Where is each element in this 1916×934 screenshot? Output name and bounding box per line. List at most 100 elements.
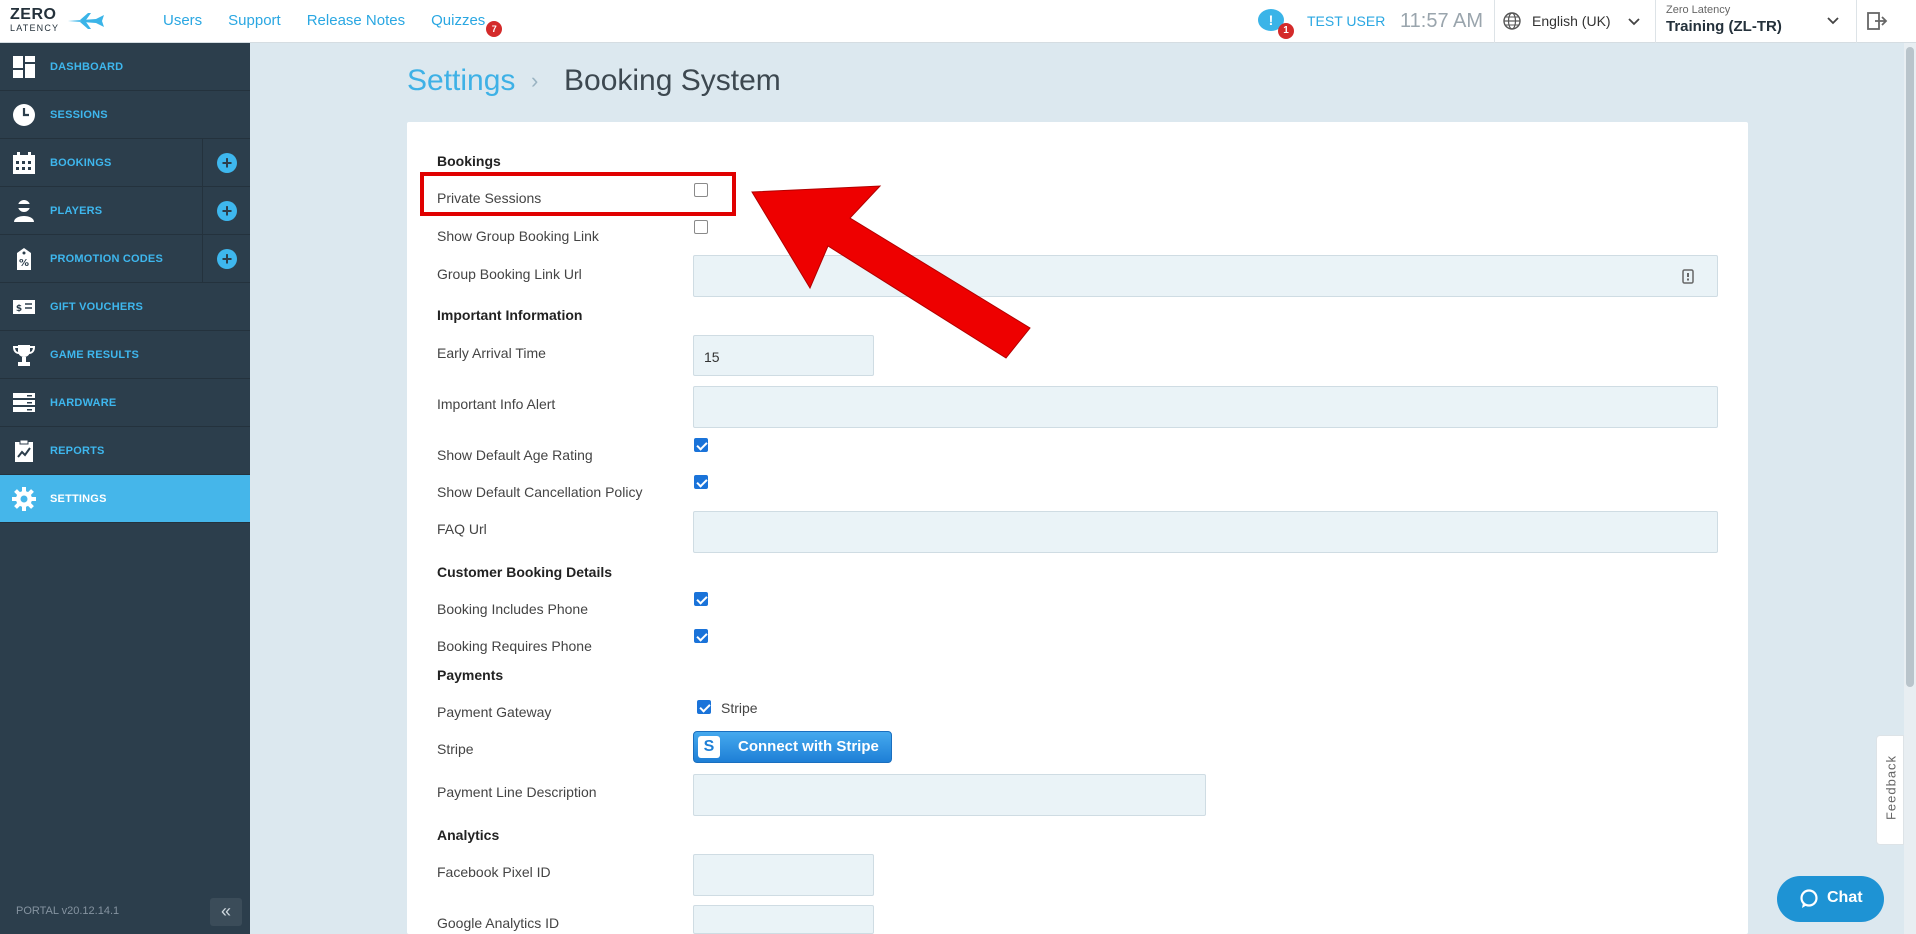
sidebar-item-players[interactable]: PLAYERS + (0, 187, 250, 235)
sidebar-item-game-results[interactable]: GAME RESULTS (0, 331, 250, 379)
show-group-link-label: Show Group Booking Link (437, 228, 599, 244)
clock-icon (13, 104, 35, 126)
add-player-button[interactable]: + (202, 187, 250, 234)
sidebar-item-bookings[interactable]: BOOKINGS + (0, 139, 250, 187)
player-icon (14, 200, 34, 222)
user-name-link[interactable]: TEST USER (1307, 13, 1385, 29)
sidebar-item-gift-vouchers[interactable]: $ GIFT VOUCHERS (0, 283, 250, 331)
feedback-tab[interactable]: Feedback (1876, 735, 1904, 845)
stripe-gateway-option-label: Stripe (721, 700, 758, 716)
nav-release-notes-link[interactable]: Release Notes (307, 12, 405, 29)
payment-line-description-input[interactable] (693, 774, 1206, 816)
faq-url-input[interactable] (693, 511, 1718, 553)
early-arrival-label: Early Arrival Time (437, 345, 546, 361)
facebook-pixel-input[interactable] (693, 854, 874, 896)
report-icon (15, 439, 33, 462)
notifications-button[interactable]: ! 1 (1258, 7, 1294, 39)
cancellation-policy-label: Show Default Cancellation Policy (437, 484, 643, 500)
logout-icon[interactable] (1866, 10, 1888, 32)
age-rating-checkbox[interactable] (694, 438, 708, 452)
sidebar-item-label: HARDWARE (50, 396, 117, 409)
page-scrollbar[interactable] (1904, 43, 1916, 934)
svg-text:$: $ (16, 304, 22, 314)
sidebar-item-label: GAME RESULTS (50, 348, 139, 361)
sidebar-item-hardware[interactable]: HARDWARE (0, 379, 250, 427)
connect-with-stripe-button[interactable]: S Connect with Stripe (693, 731, 892, 763)
section-analytics: Analytics (437, 827, 500, 843)
important-info-alert-label: Important Info Alert (437, 396, 556, 412)
cancellation-policy-checkbox[interactable] (694, 475, 708, 489)
language-select[interactable]: English (UK) (1532, 13, 1611, 29)
plane-icon (68, 13, 104, 29)
add-booking-button[interactable]: + (202, 139, 250, 186)
stripe-gateway-checkbox[interactable] (697, 700, 711, 714)
dashboard-icon (13, 56, 35, 78)
sidebar: DASHBOARD SESSIONS BOOKINGS + PLAYERS + … (0, 43, 250, 934)
sidebar-item-label: REPORTS (50, 444, 105, 457)
plus-icon: + (217, 153, 237, 173)
section-customer-booking-details: Customer Booking Details (437, 564, 613, 580)
facebook-pixel-label: Facebook Pixel ID (437, 864, 551, 880)
copy-icon[interactable] (1681, 268, 1695, 284)
voucher-icon: $ (13, 300, 35, 314)
important-info-alert-input[interactable] (693, 386, 1718, 428)
nav-quizzes-link[interactable]: Quizzes 7 (431, 12, 503, 37)
divider (1494, 0, 1495, 43)
sidebar-item-label: PROMOTION CODES (50, 252, 164, 265)
chevron-down-icon[interactable] (1627, 17, 1641, 27)
sidebar-item-label: GIFT VOUCHERS (50, 300, 144, 313)
includes-phone-label: Booking Includes Phone (437, 601, 588, 617)
collapse-sidebar-button[interactable]: « (210, 898, 242, 926)
add-promo-button[interactable]: + (202, 235, 250, 282)
breadcrumb-separator: › (531, 68, 539, 93)
page-title: Booking System (564, 64, 781, 97)
sidebar-item-label: SESSIONS (50, 108, 108, 121)
group-link-url-label: Group Booking Link Url (437, 266, 582, 282)
sidebar-item-sessions[interactable]: SESSIONS (0, 91, 250, 139)
sidebar-item-promotion-codes[interactable]: % PROMOTION CODES + (0, 235, 250, 283)
show-group-link-checkbox[interactable] (694, 220, 708, 234)
google-analytics-input[interactable] (693, 905, 874, 934)
trophy-icon (12, 345, 36, 366)
top-bar: ZERO LATENCY Users Support Release Notes… (0, 0, 1916, 43)
sidebar-item-label: DASHBOARD (50, 60, 124, 73)
sidebar-item-reports[interactable]: REPORTS (0, 427, 250, 475)
org-site-select[interactable]: Training (ZL-TR) (1666, 18, 1782, 35)
chat-button[interactable]: Chat (1777, 876, 1884, 922)
server-icon (13, 393, 35, 412)
quizzes-badge: 7 (486, 21, 503, 37)
requires-phone-checkbox[interactable] (694, 629, 708, 643)
sidebar-item-settings[interactable]: SETTINGS (0, 475, 250, 523)
notification-count-badge: 1 (1278, 23, 1294, 39)
includes-phone-checkbox[interactable] (694, 592, 708, 606)
org-name: Zero Latency (1666, 4, 1731, 16)
sidebar-item-dashboard[interactable]: DASHBOARD (0, 43, 250, 91)
nav-support-link[interactable]: Support (228, 12, 281, 29)
sidebar-item-label: SETTINGS (50, 492, 107, 505)
divider (1856, 0, 1857, 43)
portal-version: PORTAL v20.12.14.1 (16, 905, 120, 917)
clock-time: 11:57 AM (1400, 10, 1484, 32)
chevron-down-icon[interactable] (1826, 16, 1840, 26)
annotation-highlight-box (420, 172, 736, 216)
section-payments: Payments (437, 667, 504, 683)
google-analytics-label: Google Analytics ID (437, 915, 560, 931)
payment-line-description-label: Payment Line Description (437, 784, 597, 800)
nav-users-link[interactable]: Users (163, 12, 202, 29)
globe-icon (1503, 12, 1521, 30)
promo-icon: % (17, 248, 31, 270)
section-bookings: Bookings (437, 153, 501, 169)
stripe-logo-icon: S (698, 736, 720, 758)
top-nav: Users Support Release Notes Quizzes 7 (163, 12, 503, 37)
plus-icon: + (217, 201, 237, 221)
payment-gateway-label: Payment Gateway (437, 704, 552, 720)
breadcrumb-settings-link[interactable]: Settings (407, 64, 515, 98)
sidebar-item-label: PLAYERS (50, 204, 103, 217)
sidebar-item-label: BOOKINGS (50, 156, 112, 169)
connect-with-stripe-label: Connect with Stripe (738, 738, 879, 755)
age-rating-label: Show Default Age Rating (437, 447, 593, 463)
zero-latency-logo[interactable]: ZERO LATENCY (10, 7, 104, 36)
plus-icon: + (217, 249, 237, 269)
scrollbar-thumb[interactable] (1906, 47, 1914, 687)
chat-bubble-icon (1800, 889, 1818, 908)
